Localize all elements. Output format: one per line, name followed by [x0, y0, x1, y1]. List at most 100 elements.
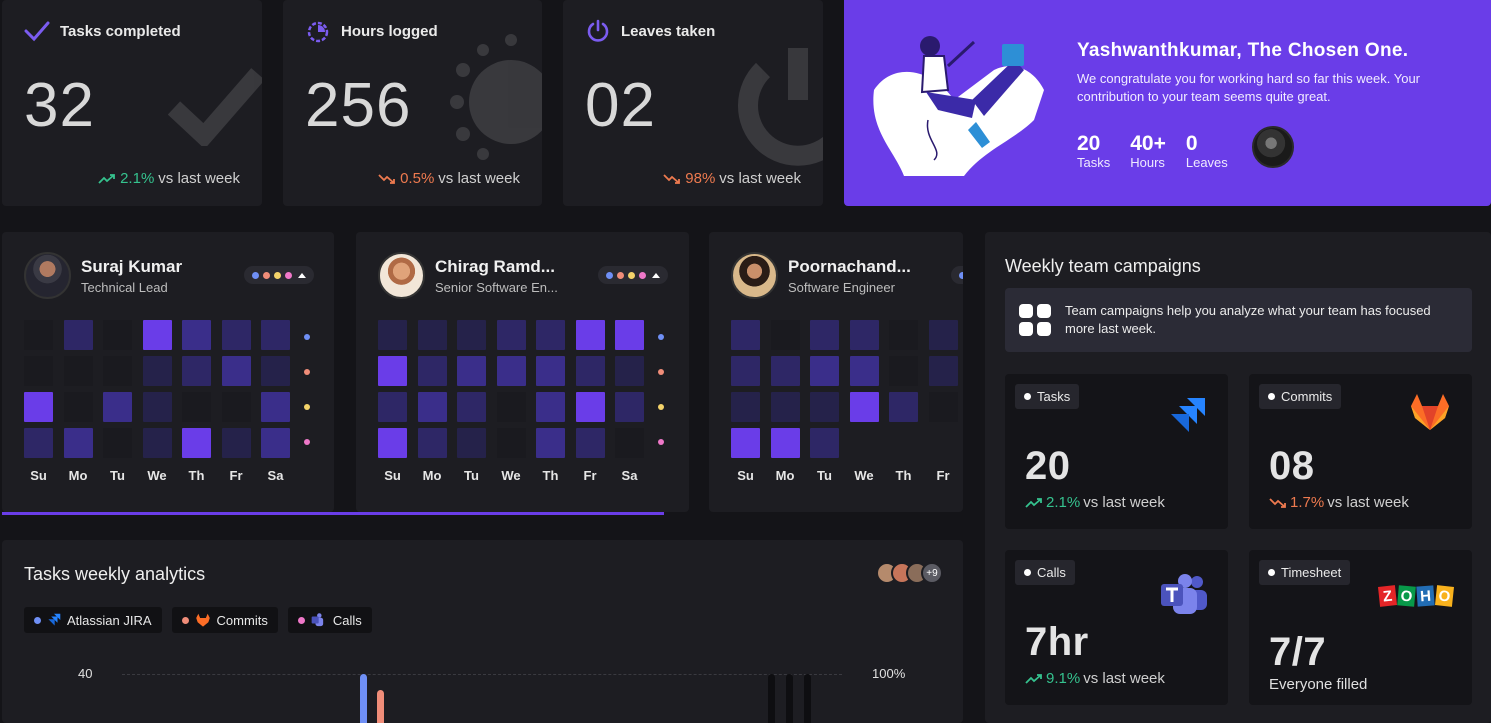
person-card-2: Chirag Ramd... Senior Software En... Su Mo…	[356, 232, 689, 512]
activity-cell	[417, 320, 447, 350]
activity-cell	[770, 320, 800, 350]
day-label: We	[501, 468, 521, 483]
activity-cell	[457, 392, 486, 422]
activity-cell	[221, 392, 251, 422]
day-label: Su	[384, 468, 401, 483]
activity-cell	[182, 428, 211, 458]
campaigns-info: Team campaigns help you analyze what you…	[1005, 288, 1472, 352]
power-bg-icon	[738, 48, 823, 166]
activity-cell	[24, 320, 53, 350]
day-label: Fr	[583, 468, 597, 483]
legend-toggle[interactable]	[951, 266, 963, 284]
zoho-letter: H	[1416, 585, 1435, 607]
stat-title-text: Hours logged	[341, 22, 438, 40]
activity-cell	[261, 356, 290, 386]
day-label: Tu	[110, 468, 125, 483]
activity-cell	[536, 392, 565, 422]
activity-cell	[103, 392, 132, 422]
campaign-value: 7hr	[1025, 620, 1089, 664]
chip-label: Timesheet	[1281, 565, 1342, 580]
activity-cell	[103, 356, 132, 386]
campaign-card-commits[interactable]: Commits 08 1.7% vs last week	[1249, 374, 1472, 529]
zoho-letter: O	[1435, 585, 1454, 607]
activity-cell	[182, 320, 211, 350]
trend-suffix: vs last week	[438, 170, 520, 187]
trend-pct: 98%	[685, 170, 716, 187]
weekday-labels: Su Mo Tu We Th Fr	[731, 468, 963, 483]
avatar[interactable]	[1251, 126, 1294, 168]
analytics-title: Tasks weekly analytics	[24, 564, 206, 584]
banner-stat-leaves: 0 Leaves	[1185, 133, 1228, 171]
activity-cell	[889, 356, 918, 386]
campaign-card-tasks[interactable]: Tasks 20 2.1% vs last week	[1005, 374, 1228, 529]
trend-pct: 2.1%	[1046, 494, 1081, 511]
grid-tiles-icon	[1019, 304, 1051, 336]
legend-toggle[interactable]	[244, 266, 314, 284]
avatar[interactable]	[731, 252, 778, 299]
trend-up-icon	[1025, 673, 1042, 684]
activity-cell	[378, 428, 407, 458]
campaign-chip: Commits	[1259, 384, 1342, 409]
banner-title: Yashwanthkumar, The Chosen One.	[1077, 40, 1409, 61]
stat-card-leaves: Leaves taken 02 98% vs last week	[563, 0, 823, 206]
activity-cell	[63, 356, 93, 386]
activity-cell	[536, 428, 565, 458]
day-label: Sa	[267, 468, 284, 483]
day-label: Fr	[936, 468, 950, 483]
person-header: Suraj Kumar Technical Lead	[24, 252, 182, 299]
trend-suffix: vs last week	[1083, 494, 1165, 511]
campaign-card-calls[interactable]: Calls 7hr 9.1% vs last week	[1005, 550, 1228, 705]
activity-cell	[63, 428, 93, 458]
activity-cell	[457, 320, 486, 350]
activity-cell	[417, 392, 447, 422]
activity-cell	[221, 428, 251, 458]
team-avatars[interactable]: +9	[876, 562, 943, 584]
check-bg-icon	[168, 68, 262, 146]
activity-cell	[889, 320, 918, 350]
legend-calls[interactable]: Calls	[287, 607, 372, 633]
day-label: Mo	[775, 468, 795, 483]
chip-label: Tasks	[1037, 389, 1071, 404]
activity-cell	[103, 428, 132, 458]
activity-cell	[103, 320, 132, 350]
stat-title-text: Leaves taken	[621, 22, 716, 40]
timer-bg-icon	[450, 34, 542, 160]
activity-cell	[575, 428, 605, 458]
avatar[interactable]	[24, 252, 71, 299]
bar-dark	[768, 674, 775, 723]
campaigns-info-text: Team campaigns help you analyze what you…	[1065, 303, 1431, 336]
legend-label: Atlassian JIRA	[67, 612, 152, 628]
activity-cell	[63, 320, 93, 350]
activity-cell	[417, 428, 447, 458]
activity-cell	[24, 392, 53, 422]
activity-cell	[615, 320, 644, 350]
power-icon	[587, 19, 609, 42]
chevron-up-icon	[298, 272, 306, 278]
legend-commits[interactable]: Commits	[171, 607, 278, 633]
activity-cell	[770, 392, 800, 422]
campaign-trend: 2.1% vs last week	[1025, 494, 1165, 511]
day-label: Th	[895, 468, 912, 483]
stat-card-hours: Hours logged 256 0.5% vs last week	[283, 0, 542, 206]
legend-jira[interactable]: Atlassian JIRA	[24, 607, 162, 633]
zoho-letter: O	[1397, 585, 1416, 607]
trend-down-icon	[1269, 497, 1286, 508]
check-icon	[24, 21, 50, 42]
activity-cell	[575, 356, 605, 386]
campaign-sub: Everyone filled	[1269, 676, 1368, 693]
legend-label: Commits	[216, 612, 268, 628]
activity-cell	[928, 356, 958, 386]
banner-stat-label: Leaves	[1185, 155, 1228, 170]
campaign-card-timesheet[interactable]: Timesheet Z O H O 7/7 Everyone filled	[1249, 550, 1472, 705]
activity-cell	[142, 320, 172, 350]
trend-suffix: vs last week	[158, 170, 240, 187]
activity-cell	[496, 356, 526, 386]
activity-cell	[142, 356, 172, 386]
trend-suffix: vs last week	[1327, 494, 1409, 511]
legend-toggle[interactable]	[598, 266, 668, 284]
gitlab-icon	[195, 613, 210, 627]
avatar[interactable]	[378, 252, 425, 299]
banner-stat-num: 20	[1077, 132, 1101, 155]
carousel-scrollbar[interactable]	[2, 512, 664, 515]
weekday-labels: Su Mo Tu We Th Fr Sa	[378, 468, 644, 483]
